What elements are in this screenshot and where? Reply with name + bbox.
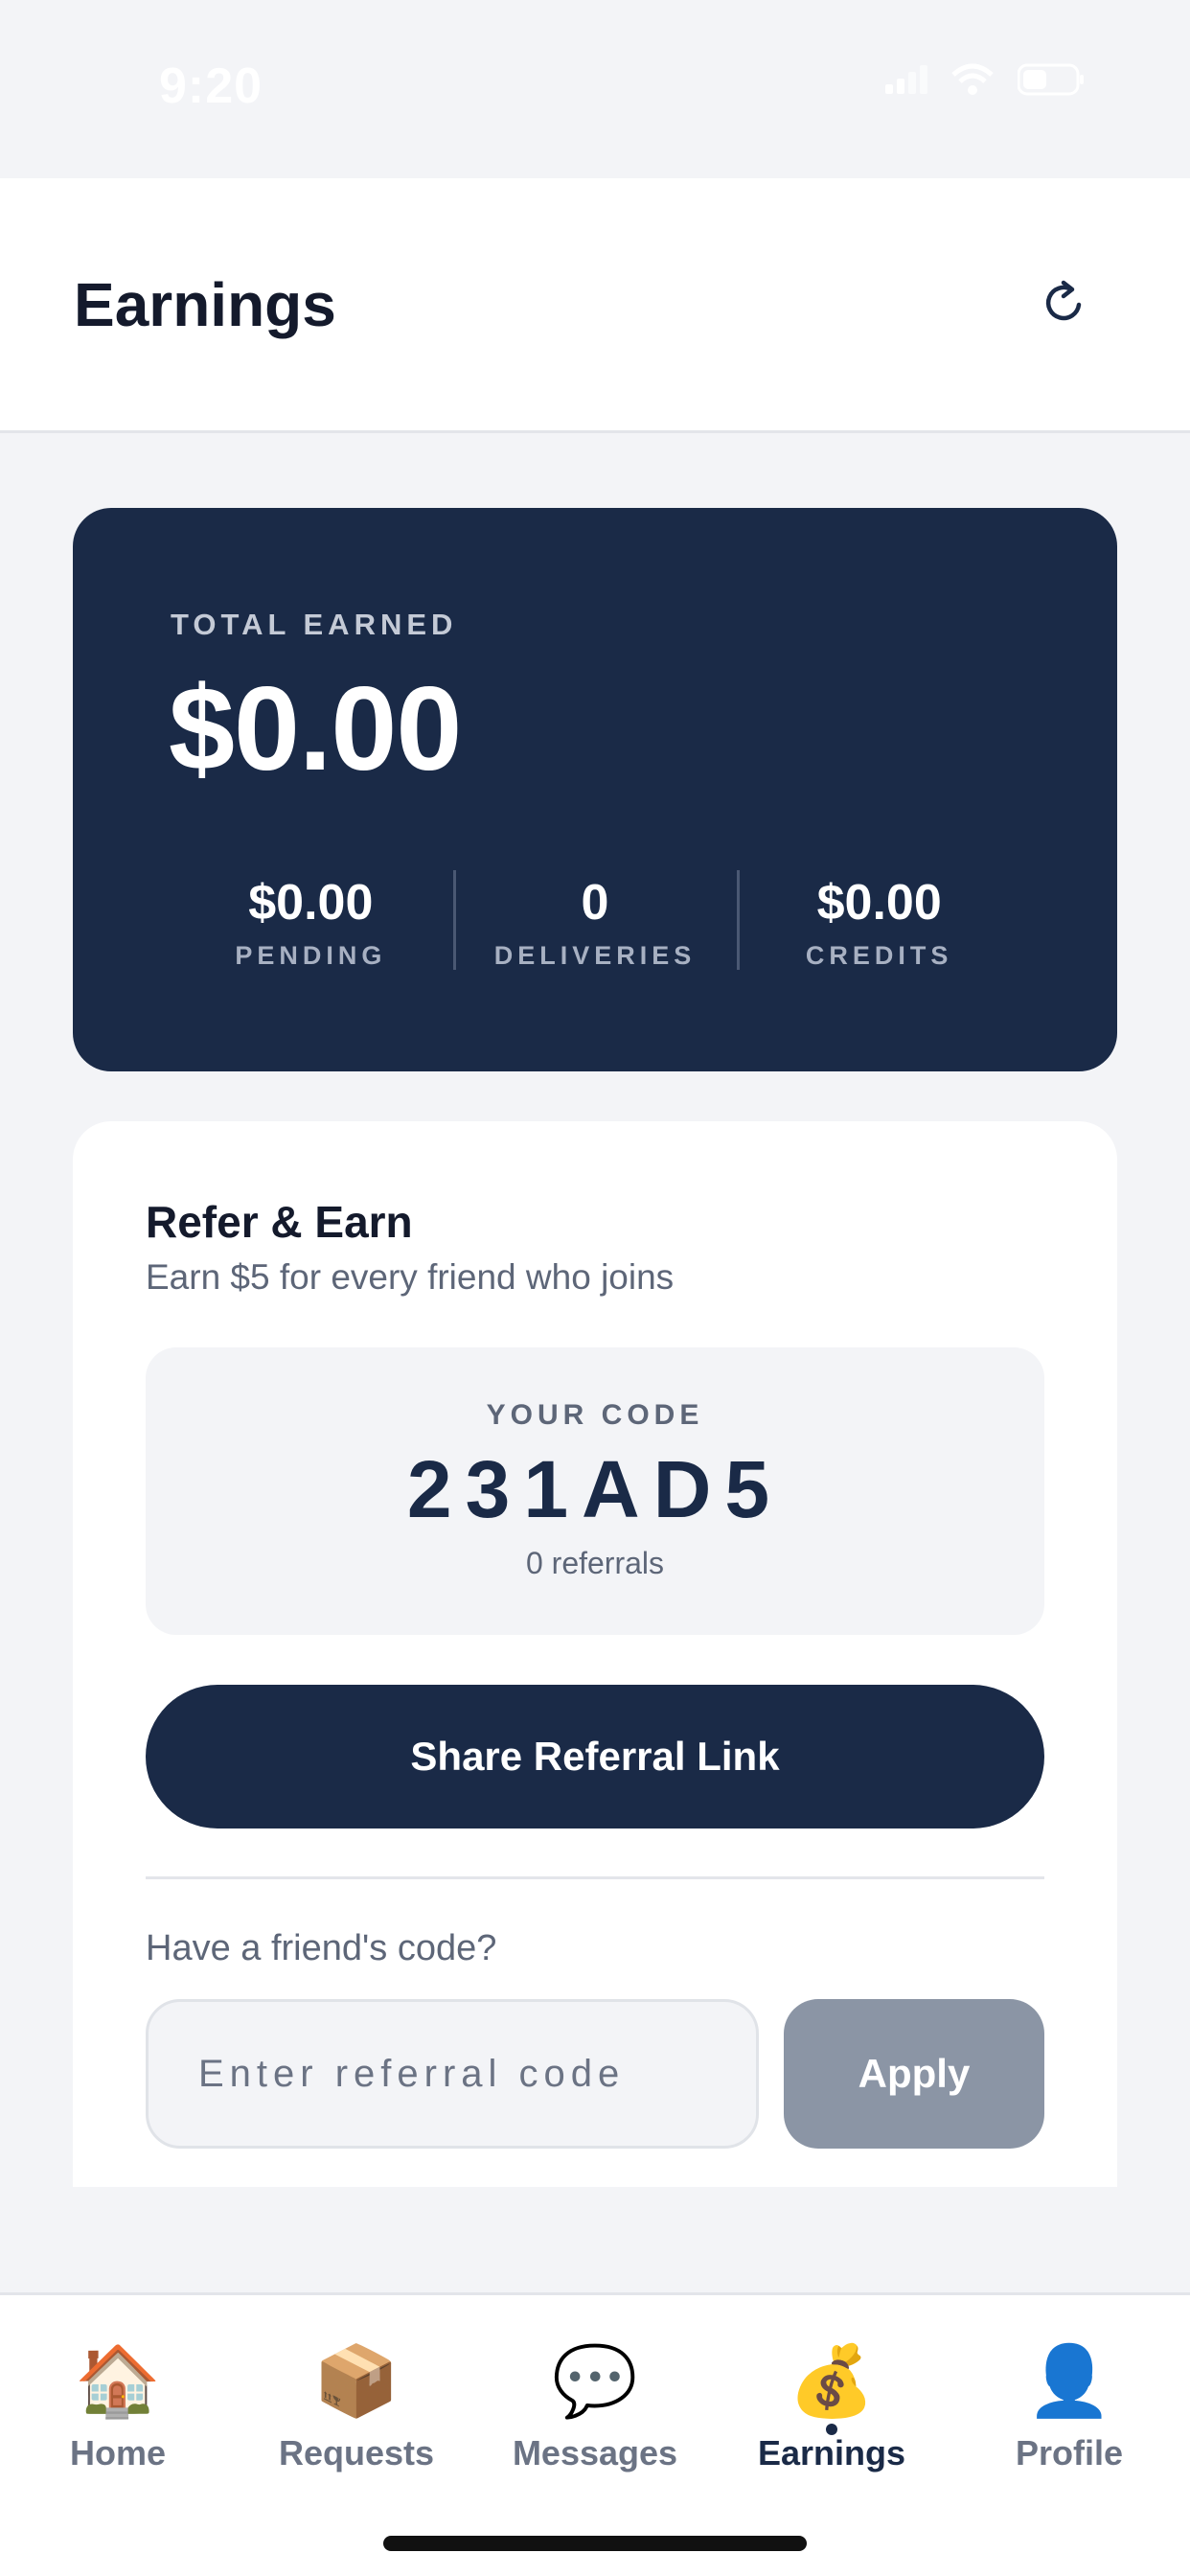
refer-subtitle: Earn $5 for every friend who joins [146,1257,675,1297]
refresh-button[interactable] [1033,272,1094,334]
package-icon: 📦 [313,2343,400,2420]
page-header: Earnings [0,178,1190,433]
tab-label: Profile [1015,2433,1124,2472]
home-indicator[interactable] [383,2536,807,2551]
battery-icon [1018,63,1085,96]
referral-code-box: YOUR CODE 231AD5 0 referrals [146,1347,1044,1635]
stat-credits: $0.00 CREDITS [737,870,1021,989]
profile-icon: 👤 [1026,2343,1112,2420]
active-tab-indicator [826,2424,837,2435]
tab-home[interactable]: 🏠 Home [3,2343,233,2473]
share-referral-button[interactable]: Share Referral Link [146,1685,1044,1828]
wifi-icon [950,63,995,96]
stat-value: 0 [581,875,609,931]
tab-messages[interactable]: 💬 Messages [480,2343,710,2473]
tab-label: Earnings [757,2433,906,2472]
refer-earn-card: Refer & Earn Earn $5 for every friend wh… [73,1121,1117,2187]
referral-count: 0 referrals [525,1546,665,1580]
signal-icon [885,65,927,94]
home-icon: 🏠 [75,2343,161,2420]
status-time: 9:20 [159,58,263,114]
earnings-summary-card: TOTAL EARNED $0.00 $0.00 PENDING 0 DELIV… [73,508,1117,1071]
tab-profile[interactable]: 👤 Profile [954,2343,1184,2473]
total-earned-amount: $0.00 [169,663,462,795]
apply-button[interactable]: Apply [784,1999,1044,2149]
stat-deliveries: 0 DELIVERIES [452,870,738,989]
earnings-stats: $0.00 PENDING 0 DELIVERIES $0.00 CREDITS [169,870,1021,989]
refresh-icon [1042,278,1085,329]
your-code-label: YOUR CODE [486,1399,704,1431]
referral-code: 231AD5 [406,1444,784,1534]
stat-label: PENDING [235,941,387,970]
stat-pending: $0.00 PENDING [169,874,453,989]
status-bar: 9:20 [0,0,1190,178]
tab-requests[interactable]: 📦 Requests [241,2343,471,2473]
tab-label: Requests [278,2433,435,2472]
tab-label: Home [69,2433,167,2472]
page-title: Earnings [74,270,336,339]
speech-bubble-icon: 💬 [552,2343,638,2420]
friend-code-prompt: Have a friend's code? [146,1928,497,1968]
referral-code-input[interactable] [146,1999,759,2149]
refer-title: Refer & Earn [146,1197,413,1247]
stat-value: $0.00 [816,875,942,931]
tab-label: Messages [512,2433,678,2472]
status-icons [885,63,1085,96]
money-bag-icon: 💰 [789,2343,875,2420]
stat-value: $0.00 [248,875,374,931]
stat-label: CREDITS [805,941,953,970]
tab-earnings[interactable]: 💰 Earnings [717,2343,947,2473]
divider [146,1876,1044,1879]
total-earned-label: TOTAL EARNED [171,608,458,641]
tab-bar: 🏠 Home 📦 Requests 💬 Messages 💰 Earnings … [0,2292,1190,2576]
stat-label: DELIVERIES [493,941,697,970]
